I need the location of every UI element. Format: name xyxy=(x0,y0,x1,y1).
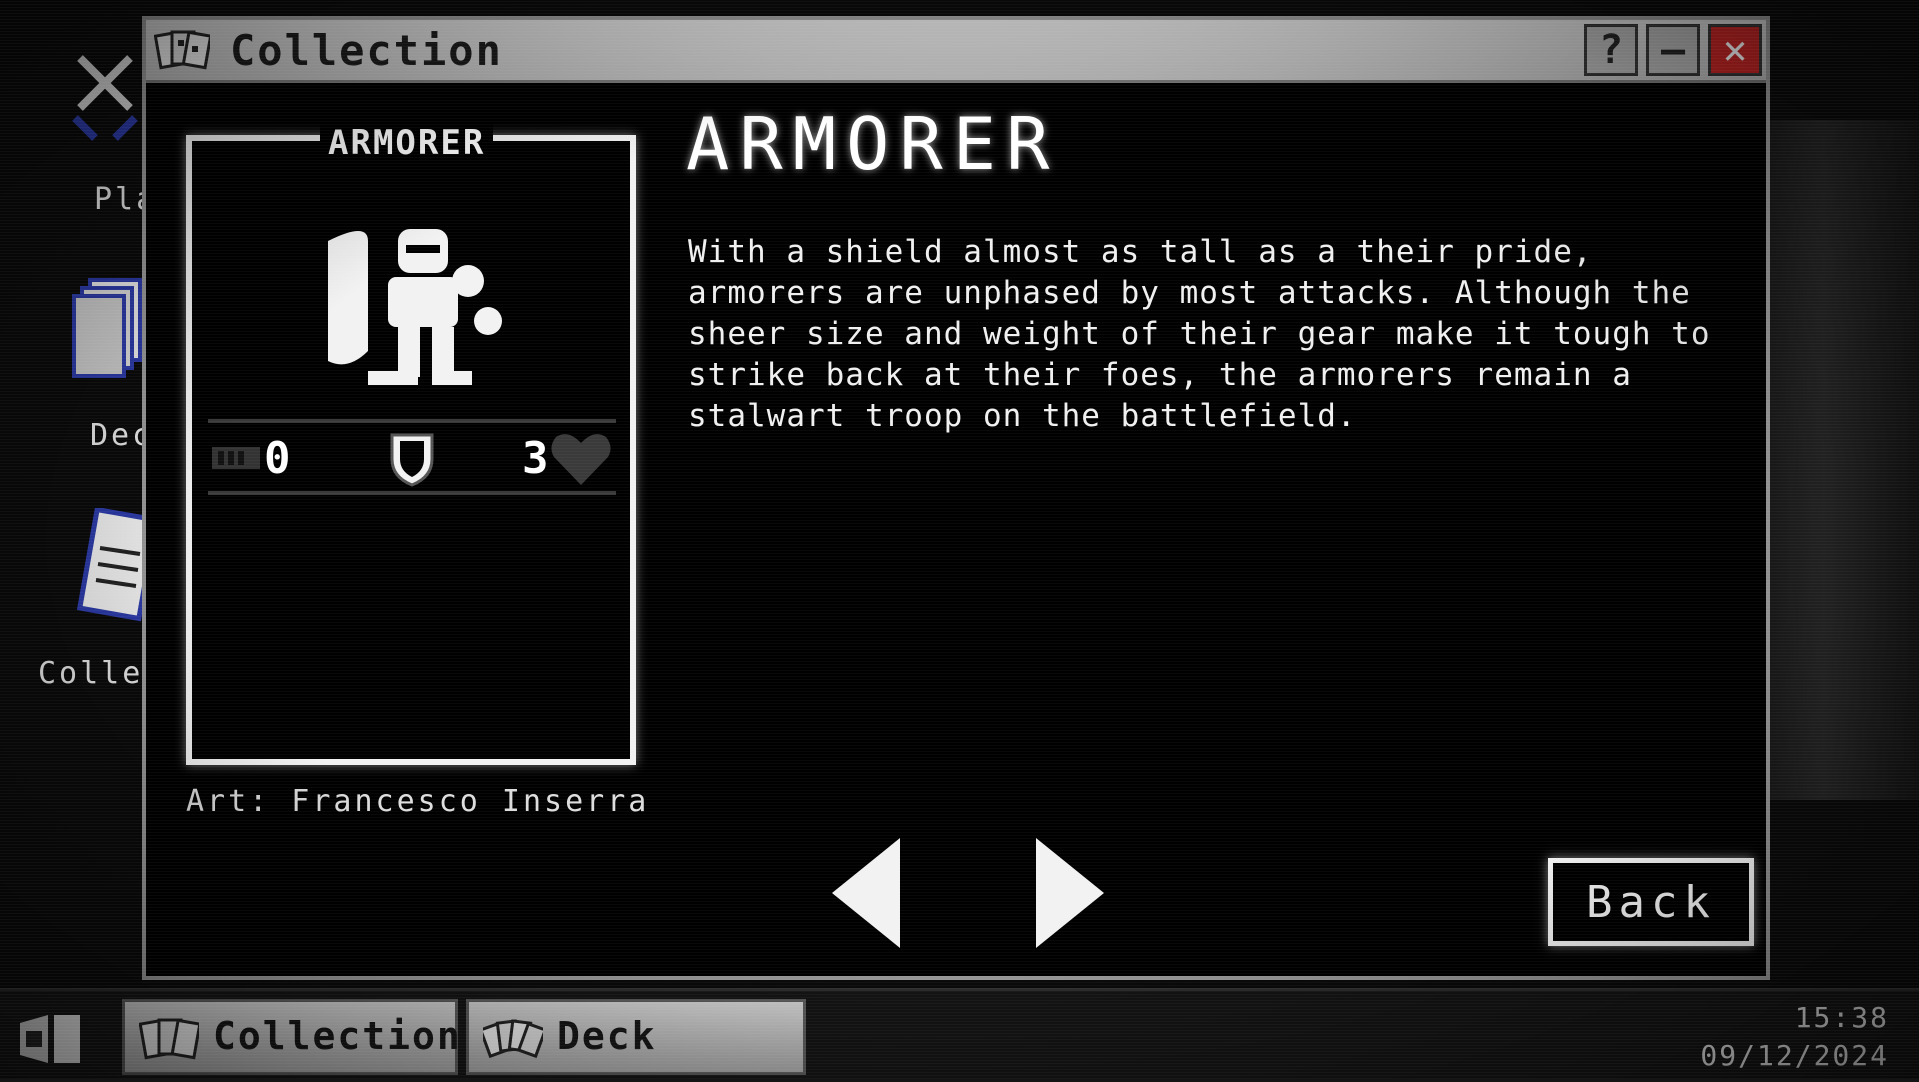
taskbar-clock: 15:38 09/12/2024 xyxy=(1700,999,1889,1075)
shield-icon xyxy=(390,433,434,487)
collection-window: Collection ? — ✕ ARMORER 0 3 Art: France… xyxy=(142,16,1770,980)
desktop-icon-deck[interactable] xyxy=(60,272,150,382)
back-button[interactable]: Back xyxy=(1548,858,1754,946)
armorer-knight-icon xyxy=(328,229,502,385)
background-scenery xyxy=(1760,120,1919,800)
minimize-button[interactable]: — xyxy=(1646,24,1700,76)
card-description: With a shield almost as tall as a their … xyxy=(688,234,1711,434)
start-menu-icon[interactable] xyxy=(14,1011,86,1067)
attack-icon xyxy=(212,447,260,469)
cards-icon xyxy=(139,1018,199,1060)
window-titlebar[interactable]: Collection ? — ✕ xyxy=(146,20,1766,83)
taskbar: Collection Deck 15:38 09/12/2024 xyxy=(0,988,1919,1082)
close-button[interactable]: ✕ xyxy=(1708,24,1762,76)
clock-date: 09/12/2024 xyxy=(1700,1039,1889,1072)
hand-of-cards-icon xyxy=(483,1019,543,1059)
card-detail-title: ARMORER xyxy=(686,102,1060,186)
heart-icon xyxy=(551,434,611,485)
card-stats: 0 3 xyxy=(208,419,616,495)
desktop-icon-collection[interactable] xyxy=(60,506,160,628)
clock-time: 15:38 xyxy=(1794,1001,1889,1034)
window-title: Collection xyxy=(230,26,503,75)
health-value: 3 xyxy=(522,433,549,484)
previous-arrow-icon[interactable] xyxy=(832,838,902,948)
taskbar-label-deck: Deck xyxy=(557,1014,657,1058)
card-preview: ARMORER 0 3 xyxy=(186,123,636,765)
card-name: ARMORER xyxy=(320,123,494,163)
book-icon xyxy=(76,506,160,622)
art-credit: Art: Francesco Inserra xyxy=(186,784,650,819)
cards-icon xyxy=(154,30,210,70)
taskbar-item-collection[interactable]: Collection xyxy=(122,999,460,1075)
attack-value: 0 xyxy=(264,433,291,484)
next-arrow-icon[interactable] xyxy=(1034,838,1104,948)
taskbar-label-collection: Collection xyxy=(213,1014,462,1058)
desktop-icon-play[interactable] xyxy=(60,48,150,148)
cards-stack-icon xyxy=(72,278,142,378)
taskbar-item-deck[interactable]: Deck xyxy=(466,999,806,1075)
swords-icon xyxy=(72,55,138,141)
help-button[interactable]: ? xyxy=(1584,24,1638,76)
